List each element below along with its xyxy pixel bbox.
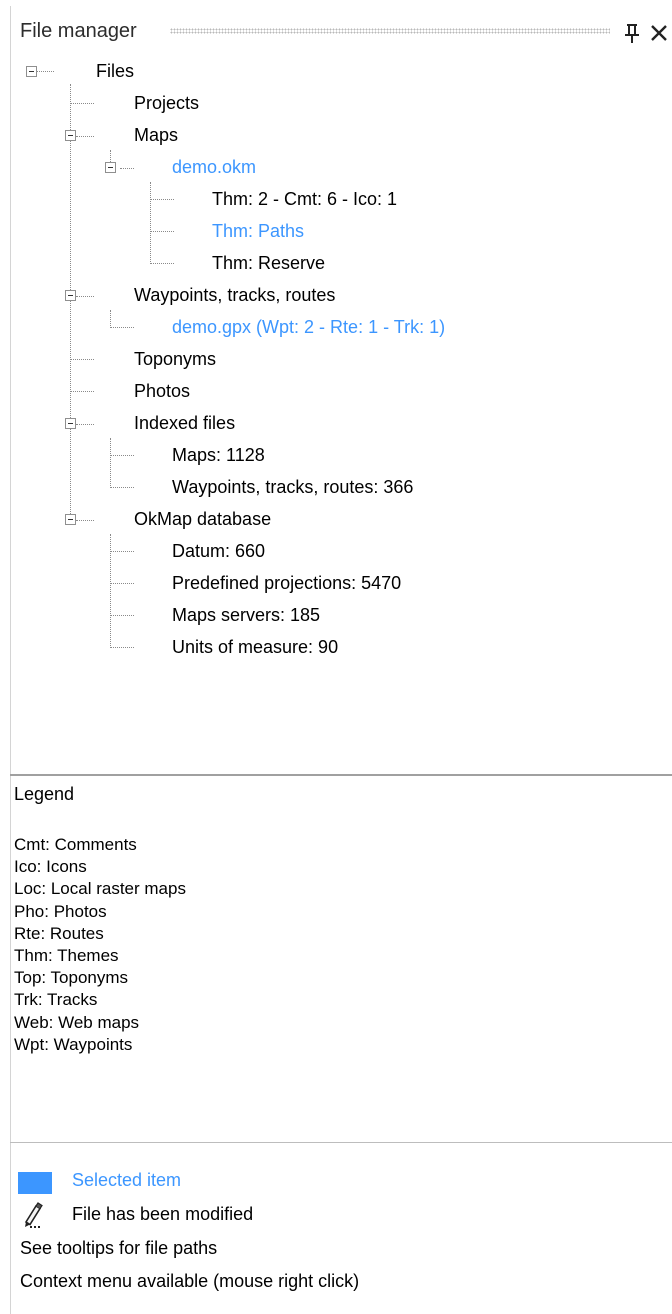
collapse-icon[interactable] [65, 418, 76, 429]
legend-item: Wpt: Waypoints [14, 1034, 133, 1054]
tree-node-maps[interactable]: Maps [134, 124, 178, 146]
tree-node-toponyms[interactable]: Toponyms [134, 348, 216, 370]
tree-node-projections[interactable]: Predefined projections: 5470 [172, 572, 401, 594]
tree-node-projects[interactable]: Projects [134, 92, 199, 114]
tree-node-indexed-maps[interactable]: Maps: 1128 [172, 444, 265, 466]
collapse-icon[interactable] [65, 290, 76, 301]
tree-line [76, 424, 94, 425]
tree-node-waypoints[interactable]: Waypoints, tracks, routes [134, 284, 335, 306]
collapse-icon[interactable] [105, 162, 116, 173]
tree-node-indexed-waypoints[interactable]: Waypoints, tracks, routes: 366 [172, 476, 413, 498]
legend-item: Rte: Routes [14, 923, 104, 943]
tree-line [76, 296, 94, 297]
tree-node-theme[interactable]: Thm: Paths [212, 220, 304, 242]
tree-line [150, 231, 174, 232]
pencil-icon [24, 1202, 43, 1228]
tree-node-okmap-database[interactable]: OkMap database [134, 508, 271, 530]
legend-title: Legend [14, 784, 75, 804]
tree-line [110, 455, 134, 456]
legend-item: Web: Web maps [14, 1012, 140, 1032]
tree-line [110, 310, 111, 328]
tree-node-theme[interactable]: Thm: Reserve [212, 252, 325, 274]
tree-node-photos[interactable]: Photos [134, 380, 190, 402]
collapse-icon[interactable] [65, 514, 76, 525]
context-menu-note: Context menu available (mouse right clic… [20, 1271, 360, 1291]
tree-node-units[interactable]: Units of measure: 90 [172, 636, 338, 658]
tree-node-demo-okm[interactable]: demo.okm [172, 156, 256, 178]
tree-line [70, 391, 94, 392]
tree-line [110, 583, 134, 584]
tree-line [150, 263, 174, 264]
tree-line [110, 487, 134, 488]
tree-node-indexed-files[interactable]: Indexed files [134, 412, 235, 434]
tree-line [120, 168, 134, 169]
tree-line [70, 359, 94, 360]
tree-node-files[interactable]: Files [96, 60, 134, 82]
tree-line [110, 647, 134, 648]
collapse-icon[interactable] [26, 66, 37, 77]
legend-list: Cmt: Comments Ico: Icons Loc: Local rast… [14, 834, 186, 1056]
splitter[interactable] [10, 1142, 672, 1143]
tree-line [110, 438, 111, 488]
modified-label: File has been modified [72, 1204, 254, 1224]
tree-line [150, 182, 151, 264]
tooltips-note: See tooltips for file paths [20, 1238, 218, 1258]
tree-line [76, 520, 94, 521]
legend-item: Loc: Local raster maps [14, 879, 186, 899]
tree-line [150, 199, 174, 200]
splitter[interactable] [10, 774, 672, 776]
legend-item: Trk: Tracks [14, 990, 98, 1010]
file-tree: Files Projects Maps demo.okm Thm: 2 - Cm… [0, 0, 672, 760]
legend-item: Ico: Icons [14, 857, 87, 877]
tree-line [70, 84, 71, 520]
tree-node-theme[interactable]: Thm: 2 - Cmt: 6 - Ico: 1 [212, 188, 397, 210]
legend-item: Cmt: Comments [14, 835, 137, 854]
legend-item: Thm: Themes [14, 946, 119, 966]
tree-line [76, 136, 94, 137]
selected-swatch [18, 1172, 52, 1194]
tree-line [110, 327, 134, 328]
tree-line [70, 103, 94, 104]
legend-item: Top: Toponyms [14, 968, 129, 988]
collapse-icon[interactable] [65, 130, 76, 141]
tree-node-demo-gpx[interactable]: demo.gpx (Wpt: 2 - Rte: 1 - Trk: 1) [172, 316, 445, 338]
tree-node-datum[interactable]: Datum: 660 [172, 540, 265, 562]
tree-line [110, 615, 134, 616]
legend-item: Pho: Photos [14, 901, 107, 921]
tree-node-map-servers[interactable]: Maps servers: 185 [172, 604, 320, 626]
selected-item-label: Selected item [72, 1170, 182, 1190]
tree-line [110, 551, 134, 552]
tree-line [36, 71, 54, 72]
